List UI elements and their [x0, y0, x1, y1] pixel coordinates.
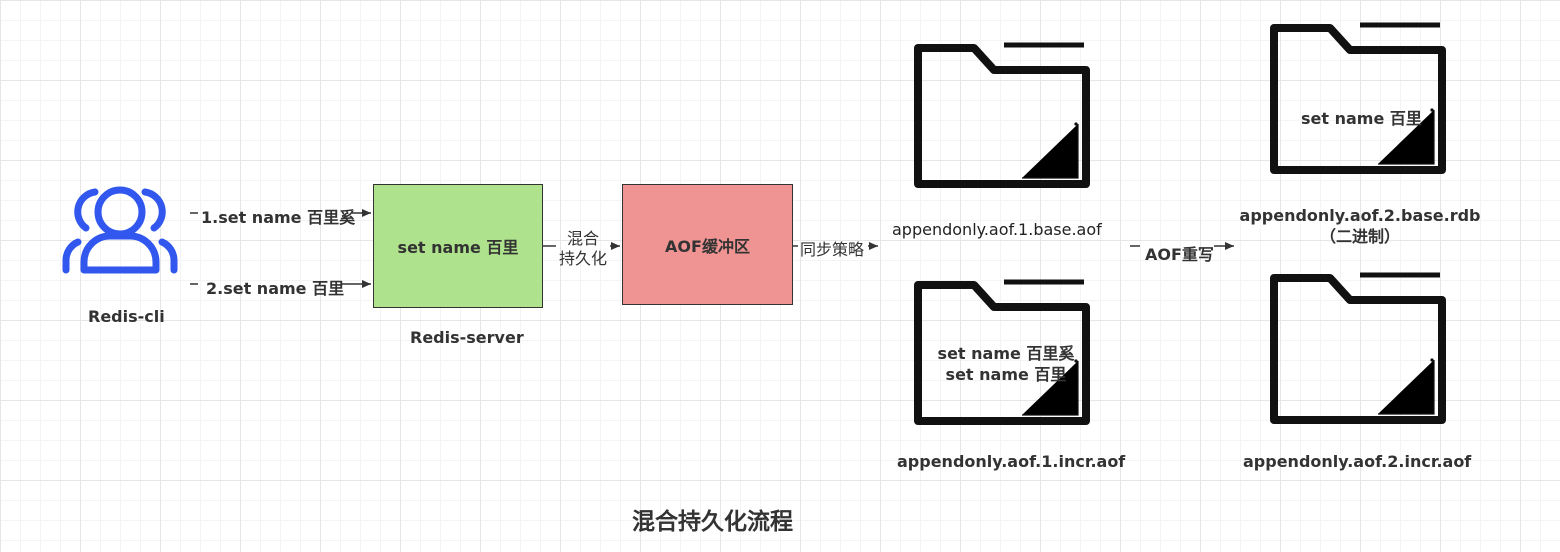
mixed-persist-line1: 混合 — [566, 229, 599, 248]
base-rdb-label: appendonly.aof.2.base.rdb （二进制） — [1238, 205, 1482, 247]
aof-rewrite-label: AOF重写 — [1145, 245, 1214, 264]
command-2-label: 2.set name 百里 — [206, 279, 345, 298]
diagram-title: 混合持久化流程 — [632, 509, 793, 535]
mixed-persist-line2: 持久化 — [558, 249, 607, 268]
users-icon — [62, 186, 178, 274]
folder-icon-base-aof — [914, 42, 1090, 188]
incr-aof-content-line2: set name 百里 — [945, 365, 1067, 384]
base-rdb-label-line1: appendonly.aof.2.base.rdb — [1239, 206, 1481, 225]
folder-icon-base-rdb — [1270, 22, 1446, 174]
mixed-persist-label: 混合 持久化 — [556, 229, 610, 269]
redis-server-box: set name 百里 — [373, 184, 543, 308]
redis-server-box-text: set name 百里 — [397, 238, 519, 257]
incr-aof2-label: appendonly.aof.2.incr.aof — [1243, 452, 1472, 471]
incr-aof-label: appendonly.aof.1.incr.aof — [897, 452, 1126, 471]
aof-buffer-box: AOF缓冲区 — [622, 184, 793, 305]
base-aof-label: appendonly.aof.1.base.aof — [892, 220, 1102, 239]
redis-cli-label: Redis-cli — [88, 307, 165, 326]
base-rdb-content: set name 百里 — [1301, 109, 1422, 128]
sync-strategy-label: 同步策略 — [800, 240, 865, 259]
incr-aof-content-line1: set name 百里奚 — [937, 344, 1075, 363]
command-1-label: 1.set name 百里奚 — [201, 208, 356, 227]
aof-buffer-label: AOF缓冲区 — [665, 236, 750, 256]
incr-aof-content: set name 百里奚 set name 百里 — [926, 343, 1086, 385]
folder-icon-incr-aof2 — [1270, 272, 1446, 424]
redis-server-label: Redis-server — [410, 328, 524, 347]
base-rdb-label-line2: （二进制） — [1319, 227, 1400, 246]
